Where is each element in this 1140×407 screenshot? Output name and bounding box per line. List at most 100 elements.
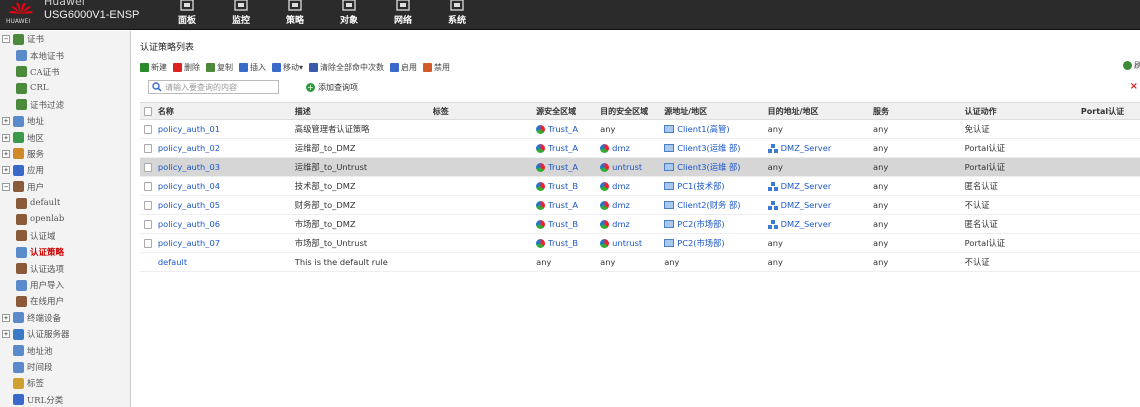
source-address[interactable]: PC1(技术部) [677,180,724,192]
row-checkbox[interactable] [144,181,152,191]
source-address[interactable]: Client1(高管) [677,123,729,135]
search-input[interactable]: 请输入要查询的内容 [148,80,279,94]
policy-name[interactable]: default [158,257,187,267]
toolbar-button-2[interactable]: 复制 [206,62,233,73]
dest-address[interactable]: DMZ_Server [781,143,832,153]
nav-item-3[interactable]: 对象 [322,0,376,30]
policy-name[interactable]: policy_auth_06 [158,219,220,229]
expand-icon[interactable]: + [2,149,10,158]
source-zone[interactable]: Trust_A [548,124,578,134]
sidebar-item-12[interactable]: 认证域 [0,228,130,244]
toolbar-button-6[interactable]: 启用 [390,62,417,73]
toolbar-button-4[interactable]: 移动▾ [272,62,303,73]
toolbar-button-0[interactable]: 新建 [140,62,167,73]
sidebar-item-16[interactable]: 在线用户 [0,293,130,309]
row-checkbox[interactable] [144,124,152,134]
dest-zone[interactable]: untrust [612,238,642,248]
expand-icon[interactable]: + [2,166,10,175]
sidebar-item-2[interactable]: CA证书 [0,64,130,80]
sidebar-item-4[interactable]: 证书过滤 [0,97,130,113]
source-zone[interactable]: Trust_B [548,181,578,191]
column-header[interactable]: 描述 [295,106,433,117]
sidebar-item-22[interactable]: URL分类 [0,392,130,407]
sidebar-item-3[interactable]: CRL [0,80,130,96]
sidebar-item-8[interactable]: + 应用 [0,162,130,178]
nav-item-0[interactable]: 面板 [160,0,214,30]
nav-item-4[interactable]: 网络 [376,0,430,30]
dest-address[interactable]: DMZ_Server [781,219,832,229]
add-query-button[interactable]: + 添加查询项 [306,80,358,94]
policy-name[interactable]: policy_auth_04 [158,181,220,191]
column-header[interactable]: 目的地址/地区 [768,106,873,117]
dest-zone[interactable]: dmz [612,219,630,229]
sidebar-item-13[interactable]: 认证策略 [0,244,130,260]
table-row[interactable]: default This is the default rule any any any… [140,253,1140,272]
policy-name[interactable]: policy_auth_01 [158,124,220,134]
row-checkbox[interactable] [144,162,152,172]
sidebar-item-14[interactable]: 认证选项 [0,260,130,276]
source-address[interactable]: Client3(运维 部) [677,161,740,173]
source-address[interactable]: Client3(运维 部) [677,142,740,154]
dest-zone[interactable]: dmz [612,200,630,210]
row-checkbox[interactable] [144,238,152,248]
table-row[interactable]: policy_auth_04 技术部_to_DMZ Trust_B dmz PC1(技术… [140,177,1140,196]
dest-zone[interactable]: untrust [612,162,642,172]
sidebar-item-11[interactable]: openlab [0,211,130,227]
source-zone[interactable]: Trust_A [548,143,578,153]
expand-icon[interactable]: + [2,117,10,126]
table-row[interactable]: policy_auth_03 运维部_to_Untrust Trust_A untru… [140,158,1140,177]
table-row[interactable]: policy_auth_07 市场部_to_Untrust Trust_B untru… [140,234,1140,253]
table-row[interactable]: policy_auth_02 运维部_to_DMZ Trust_A dmz Client… [140,139,1140,158]
row-checkbox[interactable] [144,200,152,210]
close-filter-icon[interactable]: × [1130,81,1138,92]
dest-address[interactable]: DMZ_Server [781,181,832,191]
toolbar-button-3[interactable]: 插入 [239,62,266,73]
source-address[interactable]: PC2(市场部) [677,237,724,249]
toolbar-button-1[interactable]: 删除 [173,62,200,73]
sidebar-item-20[interactable]: 时间段 [0,359,130,375]
sidebar-item-10[interactable]: default [0,195,130,211]
nav-item-2[interactable]: 策略 [268,0,322,30]
toolbar-button-5[interactable]: 清除全部命中次数 [309,62,384,73]
toolbar-button-7[interactable]: 禁用 [423,62,450,73]
nav-item-1[interactable]: 监控 [214,0,268,30]
table-row[interactable]: policy_auth_05 财务部_to_DMZ Trust_A dmz Client… [140,196,1140,215]
column-header[interactable]: 标签 [433,106,536,117]
sidebar-item-7[interactable]: + 服务 [0,146,130,162]
source-address[interactable]: Client2(财务 部) [677,199,740,211]
column-header[interactable]: 源安全区域 [536,106,600,117]
dest-address[interactable]: DMZ_Server [781,200,832,210]
sidebar-item-21[interactable]: 标签 [0,375,130,391]
sidebar-item-1[interactable]: 本地证书 [0,47,130,63]
dest-zone[interactable]: dmz [612,181,630,191]
sidebar-item-15[interactable]: 用户导入 [0,277,130,293]
expand-icon[interactable]: + [2,313,10,322]
nav-item-5[interactable]: 系统 [430,0,484,30]
row-checkbox[interactable] [144,143,152,153]
source-zone[interactable]: Trust_A [548,200,578,210]
source-zone[interactable]: Trust_B [548,219,578,229]
column-header[interactable]: 名称 [152,106,295,117]
column-header[interactable]: 认证动作 [965,106,1081,117]
sidebar-item-17[interactable]: + 终端设备 [0,310,130,326]
sidebar-item-0[interactable]: − 证书 [0,31,130,47]
sidebar-item-18[interactable]: + 认证服务器 [0,326,130,342]
collapse-icon[interactable]: − [2,182,10,191]
source-zone[interactable]: Trust_B [548,238,578,248]
source-address[interactable]: PC2(市场部) [677,218,724,230]
source-zone[interactable]: Trust_A [548,162,578,172]
table-row[interactable]: policy_auth_01 高级管理者认证策略 Trust_A any Client1… [140,120,1140,139]
table-row[interactable]: policy_auth_06 市场部_to_DMZ Trust_B dmz PC2(市场… [140,215,1140,234]
dest-zone[interactable]: dmz [612,143,630,153]
refresh-button[interactable]: 刷 [1123,60,1140,71]
policy-name[interactable]: policy_auth_02 [158,143,220,153]
select-all-checkbox[interactable] [144,106,152,116]
column-header[interactable]: 服务 [873,106,965,117]
column-header[interactable]: 源地址/地区 [664,106,767,117]
policy-name[interactable]: policy_auth_07 [158,238,220,248]
sidebar-item-19[interactable]: 地址池 [0,342,130,358]
collapse-icon[interactable]: − [2,35,10,44]
sidebar-item-9[interactable]: − 用户 [0,179,130,195]
column-header[interactable]: Portal认证 [1081,106,1140,117]
expand-icon[interactable]: + [2,330,10,339]
